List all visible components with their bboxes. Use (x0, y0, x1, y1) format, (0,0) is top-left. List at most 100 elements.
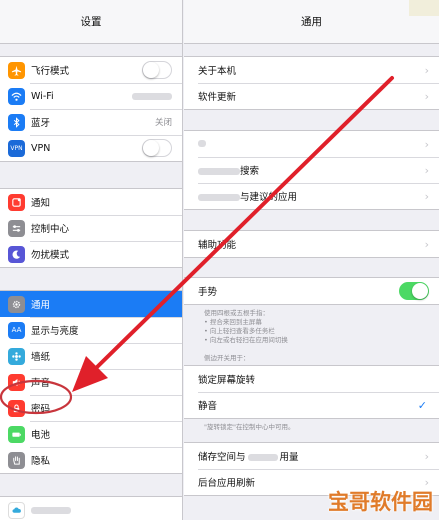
wifi-network-redacted (132, 92, 172, 100)
accessibility-label: 辅助功能 (198, 240, 237, 251)
storage-row[interactable]: 储存空间与 用量 › (184, 443, 439, 469)
sidebar-item-vpn[interactable]: VPN VPN (0, 135, 182, 161)
gestures-label: 手势 (198, 287, 218, 298)
chevron-right-icon: › (424, 449, 429, 463)
battery-icon (8, 425, 25, 443)
sidebar-item-label: 通用 (31, 300, 51, 311)
sidebar-title: 设置 (80, 16, 102, 28)
sidebar-item-label: 控制中心 (31, 224, 70, 235)
sidebar-item-display[interactable]: AA 显示与亮度 (0, 317, 182, 343)
lock-rotation-label: 锁定屏幕旋转 (198, 375, 256, 386)
chevron-right-icon: › (424, 237, 429, 251)
icloud-account-redacted (31, 506, 71, 514)
sidebar-group-notifications: 通知 控制中心 勿扰模式 (0, 188, 182, 268)
sidebar-item-icloud[interactable] (0, 497, 182, 520)
about-row[interactable]: 关于本机 › (184, 57, 439, 83)
sidebar-item-label: 声音 (31, 378, 51, 389)
sidebar-group-icloud (0, 496, 182, 520)
suggested-apps-row[interactable]: 与建议的应用 › (184, 183, 439, 209)
gestures-toggle[interactable] (399, 282, 429, 300)
sidebar-navbar: 设置 (0, 0, 182, 44)
wifi-icon (8, 87, 25, 105)
sidebar-item-do-not-disturb[interactable]: 勿扰模式 (0, 241, 182, 267)
sidebar-item-sound[interactable]: 声音 (0, 369, 182, 395)
hand-icon (8, 451, 25, 469)
mute-label: 静音 (198, 401, 218, 412)
gestures-note-line: • 捏合来回到主屏幕 (204, 318, 262, 326)
storage-label-wrap: 储存空间与 用量 (184, 449, 425, 463)
sidebar-item-label: VPN (31, 142, 51, 154)
display-icon: AA (8, 321, 25, 339)
sidebar-item-label: 电池 (31, 430, 51, 441)
sidebar-group-connectivity: 飞行模式 Wi-Fi 蓝牙 关闭 VPN VPN (0, 56, 182, 162)
sidebar-item-label: 密码 (31, 404, 51, 415)
bluetooth-icon (8, 113, 25, 131)
storage-label-a: 储存空间与 (198, 452, 246, 463)
software-update-label: 软件更新 (198, 92, 237, 103)
sidebar-item-battery[interactable]: 电池 (0, 421, 182, 447)
airplane-icon (8, 61, 25, 79)
side-switch-note: "旋转锁定"在控制中心中可用。 (204, 423, 295, 431)
corner-blot (409, 0, 439, 16)
sidebar-item-notifications[interactable]: 通知 (0, 189, 182, 215)
cloud-icon (8, 501, 25, 519)
sidebar-item-label: 蓝牙 (31, 118, 51, 129)
redacted-label-wrap (184, 139, 425, 150)
sidebar-item-label: 通知 (31, 198, 51, 209)
chevron-right-icon: › (424, 163, 429, 177)
notifications-icon (8, 193, 25, 211)
about-label: 关于本机 (198, 66, 237, 77)
redacted-text (198, 194, 240, 201)
search-label-wrap: 搜索 (184, 163, 425, 177)
sidebar-item-label: 显示与亮度 (31, 326, 79, 337)
detail-navbar: 通用 (184, 0, 439, 44)
redacted-text (198, 139, 206, 147)
sidebar-item-wallpaper[interactable]: 墙纸 (0, 343, 182, 369)
gestures-row: 手势 (184, 278, 439, 304)
vpn-toggle[interactable] (142, 139, 172, 157)
moon-icon (8, 245, 25, 263)
sidebar-item-passcode[interactable]: 密码 (0, 395, 182, 421)
general-group-gestures: 手势 (184, 277, 439, 305)
general-group-search: › 搜索 › 与建议的应用 › (184, 130, 439, 210)
software-update-row[interactable]: 软件更新 › (184, 83, 439, 109)
airplane-toggle[interactable] (142, 61, 172, 79)
gestures-note: 使用四根或五根手指： • 捏合来回到主屏幕 • 向上轻扫查看多任务栏 • 向左或… (184, 305, 439, 351)
redacted-row[interactable]: › (184, 131, 439, 157)
gestures-note-line: • 向左或右轻扫在应用间切换 (204, 336, 288, 344)
side-switch-header: 侧边开关用于： (204, 354, 250, 362)
sidebar-item-airplane[interactable]: 飞行模式 (0, 57, 182, 83)
sidebar-item-privacy[interactable]: 隐私 (0, 447, 182, 473)
chevron-right-icon: › (424, 63, 429, 77)
control-center-icon (8, 219, 25, 237)
gestures-note-line: • 向上轻扫查看多任务栏 (204, 327, 275, 335)
general-group-about: 关于本机 › 软件更新 › (184, 56, 439, 110)
sidebar-item-label: 隐私 (31, 456, 51, 467)
redacted-text (198, 168, 240, 175)
sidebar-item-bluetooth[interactable]: 蓝牙 关闭 (0, 109, 182, 135)
general-group-side-switch: 锁定屏幕旋转 静音 ✓ (184, 365, 439, 419)
bluetooth-status: 关闭 (154, 118, 172, 128)
chevron-right-icon: › (424, 137, 429, 151)
watermark: 宝哥软件园 (328, 490, 433, 514)
vpn-icon: VPN (8, 139, 25, 157)
sidebar-item-wifi[interactable]: Wi-Fi (0, 83, 182, 109)
chevron-right-icon: › (424, 89, 429, 103)
sidebar-item-control-center[interactable]: 控制中心 (0, 215, 182, 241)
sidebar-item-general[interactable]: 通用 (0, 291, 182, 317)
sidebar-item-label: Wi-Fi (31, 90, 54, 102)
chevron-right-icon: › (424, 189, 429, 203)
suggested-apps-label-wrap: 与建议的应用 (184, 189, 425, 203)
search-label: 搜索 (240, 166, 260, 177)
general-group-accessibility: 辅助功能 › (184, 230, 439, 258)
general-detail: 通用 关于本机 › 软件更新 › › 搜索 › 与建议的应用 › 辅助功能 › (184, 0, 439, 520)
sound-icon (8, 373, 25, 391)
mute-row[interactable]: 静音 ✓ (184, 392, 439, 418)
search-row[interactable]: 搜索 › (184, 157, 439, 183)
gear-icon (8, 295, 25, 313)
lock-icon (8, 399, 25, 417)
settings-sidebar: 设置 飞行模式 Wi-Fi 蓝牙 关闭 VPN VPN 通知 控制中心 勿扰模式… (0, 0, 183, 520)
redacted-text (247, 454, 278, 461)
lock-rotation-row[interactable]: 锁定屏幕旋转 (184, 366, 439, 392)
accessibility-row[interactable]: 辅助功能 › (184, 231, 439, 257)
